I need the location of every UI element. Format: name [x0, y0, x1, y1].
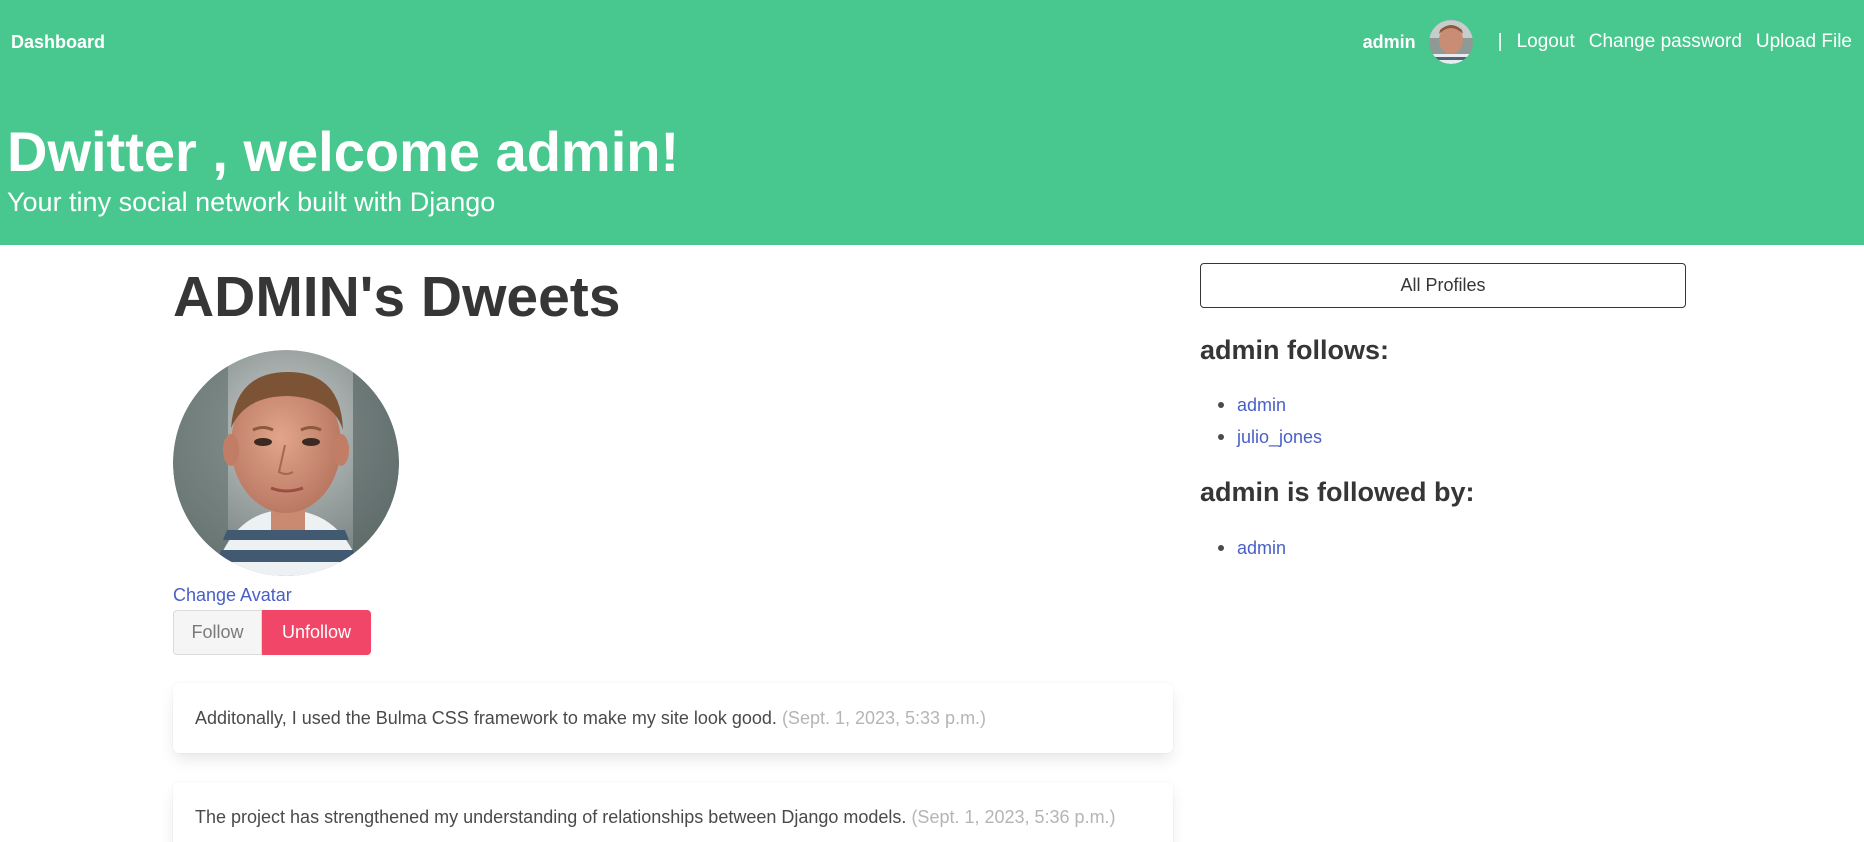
follow-button-group: Follow Unfollow [173, 610, 371, 655]
hero-banner: Dashboard admin | Logout Change password… [0, 0, 1864, 245]
dweet-card: Additonally, I used the Bulma CSS framew… [173, 683, 1173, 753]
navbar-separator: | [1497, 31, 1503, 52]
followed-by-link-admin[interactable]: admin [1237, 538, 1286, 559]
list-item: admin [1218, 389, 1322, 421]
dashboard-link[interactable]: Dashboard [11, 32, 105, 53]
page-title: ADMIN's Dweets [173, 265, 621, 329]
follows-list: admin julio_jones [1218, 389, 1322, 453]
list-item: admin [1218, 532, 1286, 564]
profile-avatar [173, 350, 399, 576]
upload-file-link[interactable]: Upload File [1756, 31, 1852, 53]
logout-link[interactable]: Logout [1517, 31, 1575, 53]
all-profiles-button[interactable]: All Profiles [1200, 263, 1686, 308]
dweet-date: (Sept. 1, 2023, 5:33 p.m.) [781, 707, 987, 728]
followed-by-list: admin [1218, 532, 1286, 564]
navbar-avatar[interactable] [1428, 20, 1473, 64]
hero-subtitle: Your tiny social network built with Djan… [7, 187, 496, 217]
navbar-right: admin | Logout Change password Upload Fi… [1363, 20, 1852, 64]
change-password-link[interactable]: Change password [1589, 31, 1742, 53]
dweet-text: Additonally, I used the Bulma CSS framew… [195, 707, 777, 728]
dweet-card: The project has strengthened my understa… [173, 782, 1173, 842]
hero-title: Dwitter , welcome admin! [7, 120, 680, 183]
follows-link-julio-jones[interactable]: julio_jones [1237, 427, 1322, 448]
unfollow-button[interactable]: Unfollow [262, 610, 371, 655]
bullet-icon [1218, 434, 1224, 440]
follow-button[interactable]: Follow [173, 610, 262, 655]
change-avatar-link[interactable]: Change Avatar [173, 585, 292, 606]
follows-heading: admin follows: [1200, 335, 1389, 365]
bullet-icon [1218, 402, 1224, 408]
navbar-username: admin [1362, 31, 1416, 52]
dweet-text: The project has strengthened my understa… [195, 806, 907, 827]
list-item: julio_jones [1218, 421, 1322, 453]
dweet-date: (Sept. 1, 2023, 5:36 p.m.) [911, 806, 1116, 827]
bullet-icon [1218, 545, 1224, 551]
followed-by-heading: admin is followed by: [1200, 477, 1475, 507]
follows-link-admin[interactable]: admin [1237, 395, 1286, 416]
